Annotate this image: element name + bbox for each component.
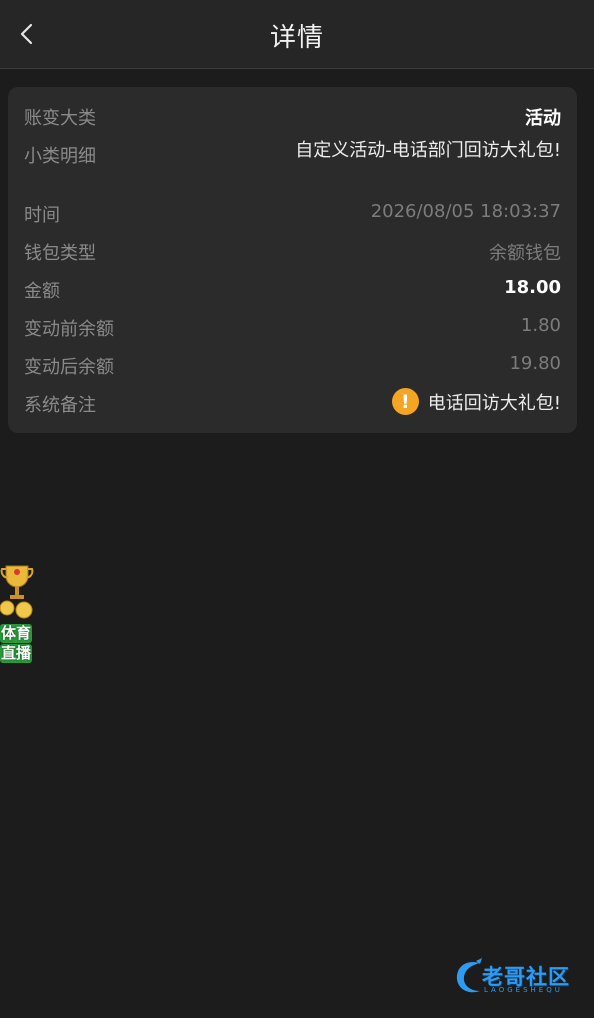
row-label: 小类明细 xyxy=(24,146,96,167)
watermark-subtext: LAOGESHEQU xyxy=(484,986,563,994)
row-label: 变动后余额 xyxy=(24,357,114,378)
page-title: 详情 xyxy=(269,23,324,53)
row-label: 金额 xyxy=(24,281,60,302)
row-label: 账变大类 xyxy=(24,108,96,129)
detail-card: 账变大类 活动 小类明细 自定义活动-电话部门回访大礼包! 时间 2026/08… xyxy=(8,87,577,433)
watermark-logo: 老哥社区 LAOGESHEQU xyxy=(452,955,582,1000)
row-value: 19.80 xyxy=(509,353,561,374)
sports-live-float-button[interactable]: 体育 直播 xyxy=(0,560,34,664)
row-value: 2026/08/05 18:03:37 xyxy=(370,201,561,222)
row-label: 变动前余额 xyxy=(24,319,114,340)
row-label: 系统备注 xyxy=(24,395,96,416)
row-value: 电话回访大礼包! xyxy=(427,392,561,414)
nav-bar: 详情 xyxy=(0,0,594,69)
row-value: 18.00 xyxy=(504,277,561,298)
row-label: 钱包类型 xyxy=(24,243,96,264)
system-note-value: ! 电话回访大礼包! xyxy=(391,388,561,415)
badge-line-1: 体育 xyxy=(0,624,32,643)
row-value: 1.80 xyxy=(520,315,561,336)
dragon-icon xyxy=(456,958,482,993)
badge-line-2: 直播 xyxy=(0,644,32,663)
row-label: 时间 xyxy=(24,205,60,226)
row-value: 自定义活动-电话部门回访大礼包! xyxy=(295,140,561,161)
trophy-icon xyxy=(0,565,34,619)
row-value: 余额钱包 xyxy=(489,243,561,264)
warning-icon: ! xyxy=(391,388,419,415)
row-value: 活动 xyxy=(525,108,561,129)
